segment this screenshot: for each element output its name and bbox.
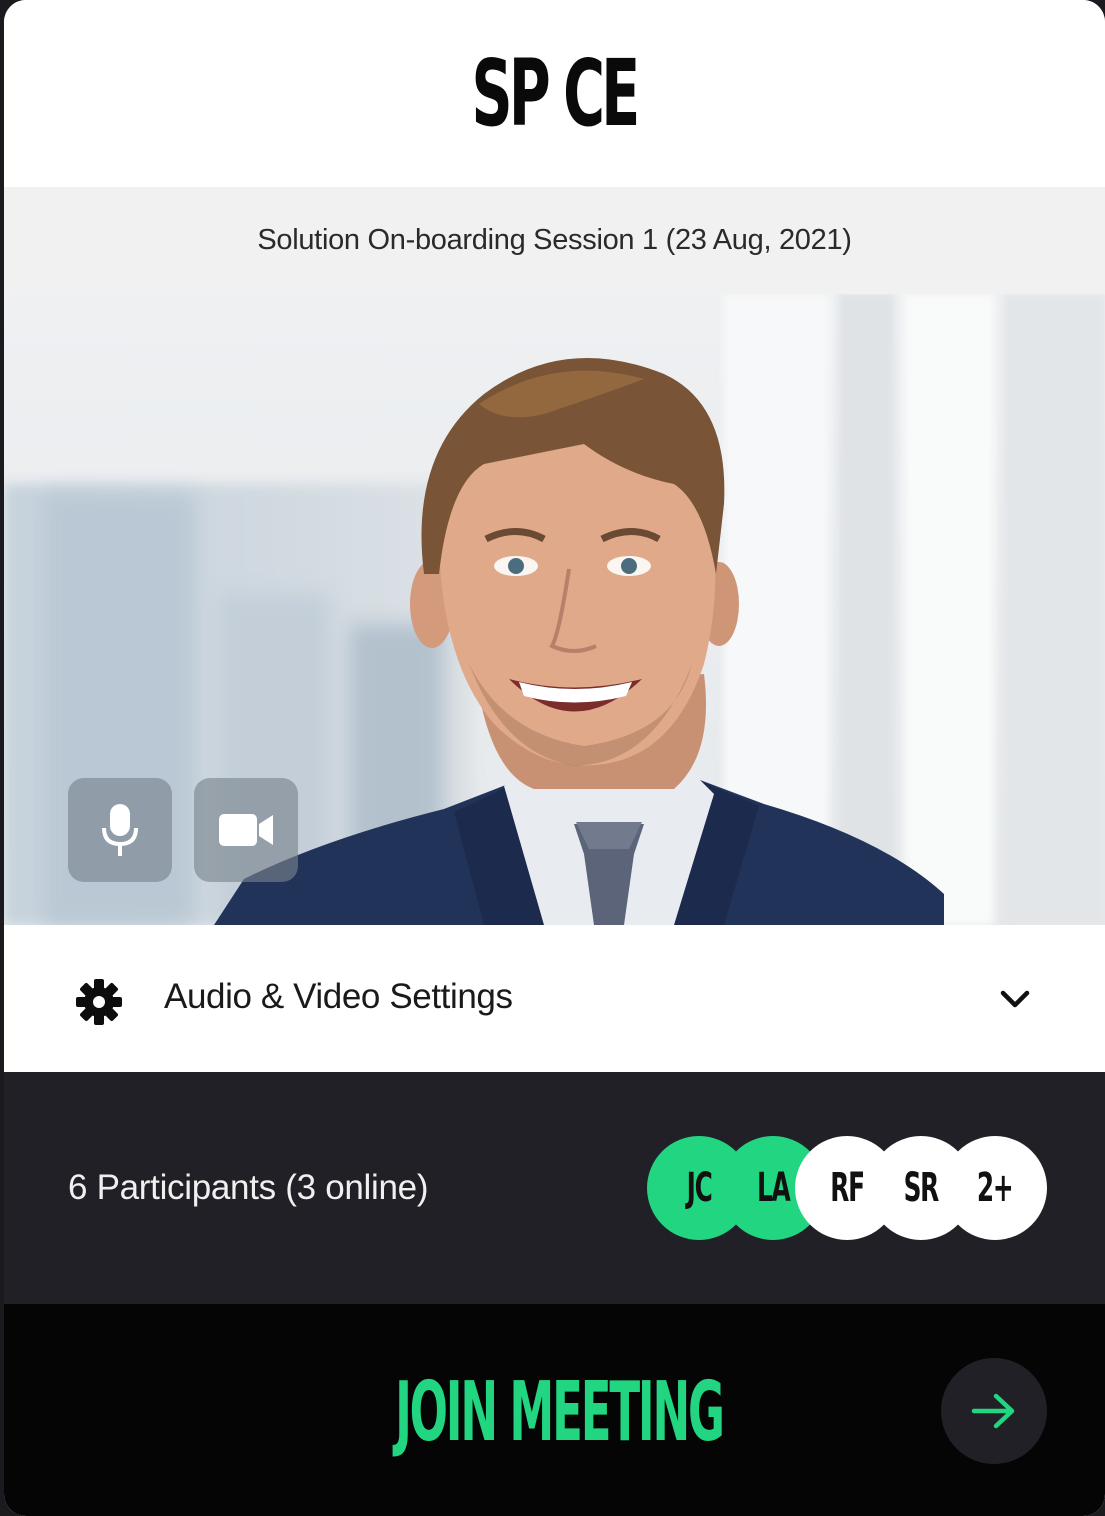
participants-panel: 6 Participants (3 online) JC LA RF SR 2+ bbox=[4, 1072, 1105, 1304]
join-meeting-label: JOIN MEETING bbox=[395, 1365, 725, 1460]
participant-video-image bbox=[214, 358, 944, 925]
join-meeting-button[interactable]: JOIN MEETING bbox=[4, 1304, 1105, 1516]
microphone-icon bbox=[102, 804, 138, 856]
camera-toggle-button[interactable] bbox=[194, 778, 298, 882]
meeting-join-card: SP CE Solution On-boarding Session 1 (23… bbox=[4, 0, 1105, 1516]
more-participants-avatar[interactable]: 2+ bbox=[943, 1136, 1047, 1240]
microphone-toggle-button[interactable] bbox=[68, 778, 172, 882]
session-bar: Solution On-boarding Session 1 (23 Aug, … bbox=[4, 187, 1105, 294]
brand-logo: SP CE bbox=[472, 39, 641, 147]
gear-icon bbox=[76, 979, 122, 1025]
video-camera-icon bbox=[219, 814, 273, 846]
video-preview bbox=[4, 294, 1105, 925]
chevron-down-icon bbox=[1000, 990, 1030, 1008]
arrow-right-icon bbox=[971, 1393, 1015, 1429]
participants-summary: 6 Participants (3 online) bbox=[68, 1168, 429, 1207]
session-title: Solution On-boarding Session 1 (23 Aug, … bbox=[257, 224, 852, 256]
audio-video-settings-toggle[interactable]: Audio & Video Settings bbox=[4, 925, 1105, 1072]
brand-header: SP CE bbox=[4, 0, 1105, 187]
settings-label: Audio & Video Settings bbox=[164, 977, 513, 1016]
join-arrow-button[interactable] bbox=[941, 1358, 1047, 1464]
